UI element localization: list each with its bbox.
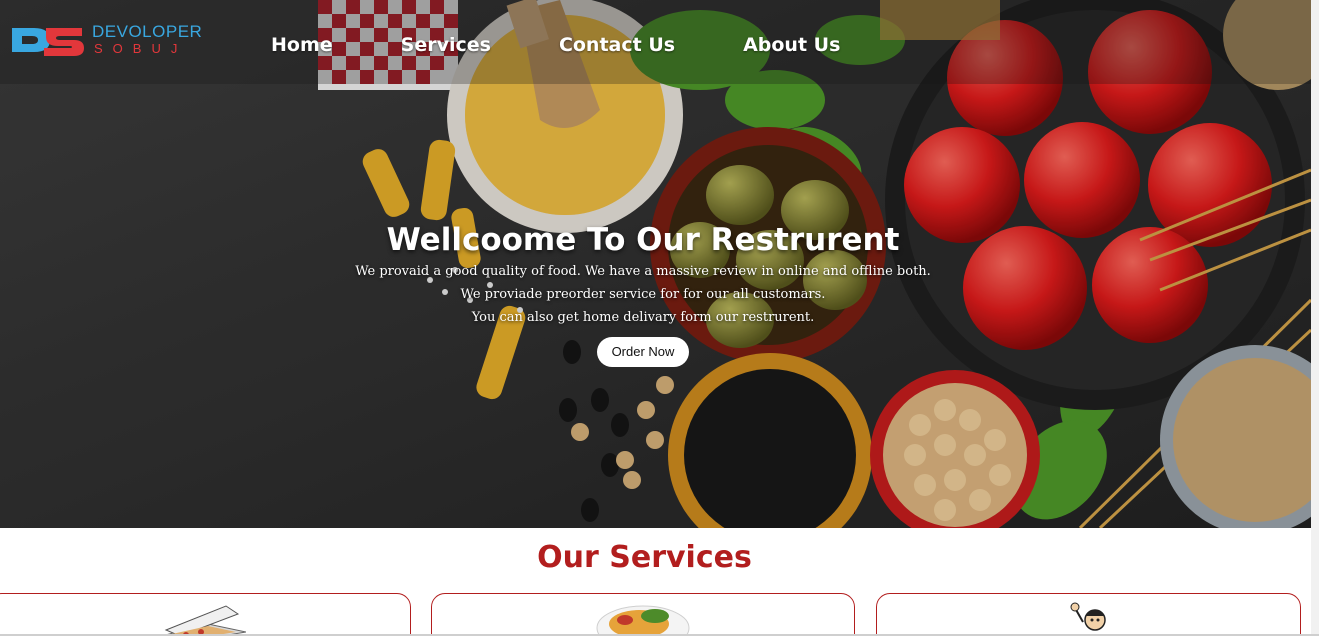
service-card[interactable] <box>0 593 411 636</box>
food-plate-icon <box>596 605 690 636</box>
ds-logo-icon <box>12 28 84 56</box>
service-card[interactable] <box>876 593 1301 636</box>
services-heading: Our Services <box>537 540 752 575</box>
main-nav: Home Services Contact Us About Us <box>271 32 840 58</box>
pizza-box-icon <box>159 605 246 636</box>
hero-section: DEVOLOPER SOBUJ Home Services Contact Us… <box>0 0 1311 528</box>
page: DEVOLOPER SOBUJ Home Services Contact Us… <box>0 0 1319 636</box>
nav-about-link[interactable]: About Us <box>743 34 840 56</box>
brand-name-line2: SOBUJ <box>94 41 188 56</box>
nav-home-link[interactable]: Home <box>271 34 333 56</box>
nav-contact-link[interactable]: Contact Us <box>559 34 675 56</box>
order-now-button[interactable]: Order Now <box>596 337 690 367</box>
hero-text-line-2: We proviade preorder service for for our… <box>460 287 826 302</box>
hero-title: Wellcoome To Our Restrurent <box>386 222 900 258</box>
hero-content: Wellcoome To Our Restrurent We provaid a… <box>293 220 993 367</box>
service-card[interactable] <box>431 593 855 636</box>
hero-text-line-1: We provaid a good quality of food. We ha… <box>355 264 931 279</box>
navbar: DEVOLOPER SOBUJ Home Services Contact Us… <box>0 0 1311 84</box>
page-scrollbar[interactable] <box>1311 0 1319 636</box>
nav-services-link[interactable]: Services <box>401 34 491 56</box>
hero-text-line-3: You can also get home delivary form our … <box>471 310 815 325</box>
delivery-person-icon <box>1070 602 1106 631</box>
brand-name-line1: DEVOLOPER <box>92 22 203 41</box>
brand-logo[interactable]: DEVOLOPER SOBUJ <box>10 20 220 64</box>
